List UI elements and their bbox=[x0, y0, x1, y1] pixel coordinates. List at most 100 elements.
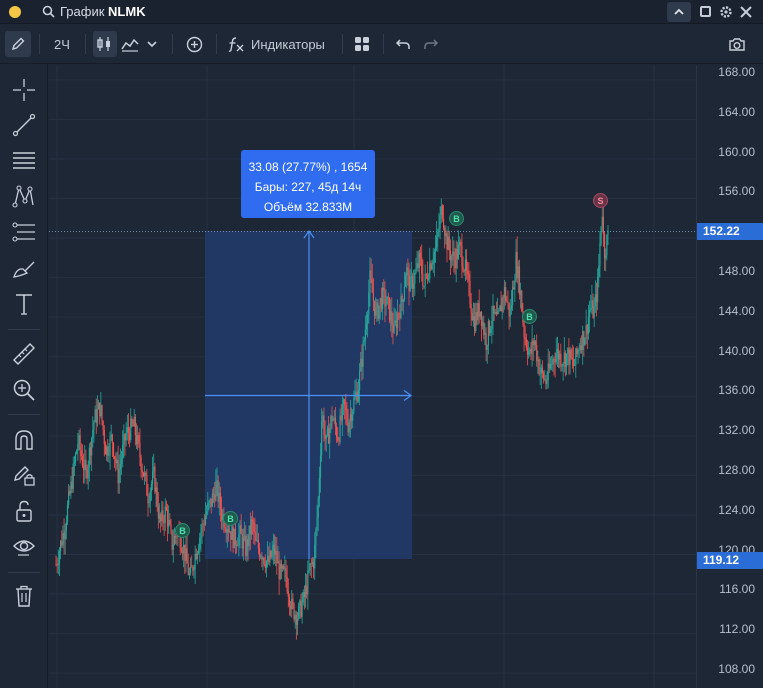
candle-body bbox=[238, 534, 240, 546]
visibility-tool[interactable] bbox=[10, 532, 38, 560]
delete-drawings-tool[interactable] bbox=[10, 582, 38, 610]
candle-body bbox=[217, 480, 219, 502]
candle-body bbox=[142, 472, 144, 477]
gear-icon[interactable] bbox=[718, 4, 734, 20]
candle-body bbox=[426, 274, 429, 280]
buy-marker[interactable]: B bbox=[175, 523, 190, 538]
ruler-tool[interactable] bbox=[10, 340, 38, 368]
candle-body bbox=[544, 378, 546, 380]
text-tool[interactable] bbox=[10, 290, 38, 318]
collapse-button[interactable] bbox=[667, 2, 691, 22]
compare-button[interactable] bbox=[182, 31, 206, 57]
candle-body bbox=[444, 228, 446, 237]
candle-body bbox=[546, 380, 548, 384]
candle-body bbox=[254, 531, 256, 534]
candle-body bbox=[86, 469, 88, 479]
candle-body bbox=[526, 347, 529, 355]
candle-body bbox=[264, 563, 266, 568]
candle-body bbox=[453, 251, 455, 261]
candle-body bbox=[593, 306, 595, 318]
candle-body bbox=[189, 566, 192, 574]
candle-body bbox=[307, 570, 309, 595]
window-title[interactable]: График NLMK bbox=[60, 4, 146, 19]
candle-body bbox=[430, 263, 432, 270]
candle-body bbox=[311, 561, 314, 565]
chart-type-dropdown[interactable] bbox=[143, 31, 161, 57]
candle-body bbox=[574, 364, 576, 366]
price-axis[interactable]: 168.00164.00160.00156.00152.00148.00144.… bbox=[696, 65, 763, 688]
indicators-label: Индикаторы bbox=[251, 36, 325, 52]
close-icon[interactable] bbox=[738, 4, 754, 20]
candle-body bbox=[309, 563, 311, 571]
undo-button[interactable] bbox=[392, 31, 414, 57]
lock-drawing-tool[interactable] bbox=[10, 461, 38, 489]
maximize-icon[interactable] bbox=[700, 6, 711, 17]
candle-body bbox=[71, 481, 73, 490]
candle-body bbox=[124, 434, 126, 441]
candle-body bbox=[66, 504, 69, 523]
candle-body bbox=[215, 481, 217, 501]
candle-body bbox=[152, 471, 154, 484]
measure-volume: Объём 32.833M bbox=[263, 200, 353, 214]
interval-button[interactable]: 2Ч bbox=[48, 31, 76, 57]
candle-body bbox=[432, 261, 434, 265]
candle-body bbox=[284, 568, 286, 570]
candle-body bbox=[89, 447, 92, 456]
candle-body bbox=[449, 250, 452, 261]
zoom-tool[interactable] bbox=[10, 376, 38, 404]
candle-body bbox=[204, 515, 207, 525]
candle-body bbox=[201, 523, 203, 533]
candle-body bbox=[303, 591, 305, 597]
horizontal-lines-icon bbox=[13, 152, 35, 169]
magnet-tool[interactable] bbox=[10, 426, 38, 454]
candle-body bbox=[164, 506, 166, 523]
buy-marker[interactable]: B bbox=[522, 309, 537, 324]
candle-body bbox=[570, 349, 572, 358]
pattern-icon bbox=[12, 185, 34, 208]
current-price-tag: 152.22 bbox=[697, 223, 763, 240]
candle-body bbox=[464, 259, 466, 272]
candle-body bbox=[508, 302, 510, 317]
candle-body bbox=[138, 435, 140, 443]
sell-marker[interactable]: S bbox=[593, 193, 608, 208]
candle-body bbox=[131, 418, 133, 425]
candle-body bbox=[227, 529, 230, 532]
indicators-button[interactable]: Индикаторы bbox=[226, 31, 332, 57]
redo-button[interactable] bbox=[420, 31, 442, 57]
buy-marker[interactable]: B bbox=[223, 511, 238, 526]
area-style-button[interactable] bbox=[119, 31, 141, 57]
candle-body bbox=[168, 520, 170, 527]
pattern-tool[interactable] bbox=[10, 182, 38, 210]
draw-mode-button[interactable] bbox=[5, 31, 31, 57]
price-tick-label: 108.00 bbox=[718, 662, 755, 676]
fibonacci-tool[interactable] bbox=[10, 218, 38, 246]
candle-body bbox=[229, 531, 231, 532]
candle-body bbox=[402, 299, 404, 302]
candles-style-button[interactable] bbox=[93, 31, 117, 57]
candle-body bbox=[553, 359, 555, 362]
buy-marker[interactable]: B bbox=[449, 211, 464, 226]
unlock-tool[interactable] bbox=[10, 497, 38, 525]
candle-body bbox=[465, 259, 468, 271]
candle-body bbox=[438, 228, 440, 233]
candle-body bbox=[325, 435, 327, 439]
candle-body bbox=[58, 551, 61, 564]
candle-body bbox=[417, 263, 419, 268]
candle-body bbox=[411, 276, 414, 290]
trend-line-tool[interactable] bbox=[10, 111, 38, 139]
layouts-button[interactable] bbox=[351, 31, 373, 57]
brush-tool[interactable] bbox=[10, 254, 38, 282]
candle-body bbox=[547, 363, 549, 381]
candle-body bbox=[509, 308, 511, 317]
candle-body bbox=[100, 405, 102, 417]
search-icon[interactable] bbox=[42, 5, 55, 18]
candle-body bbox=[446, 233, 448, 250]
candle-body bbox=[332, 420, 334, 421]
horizontal-lines-tool[interactable] bbox=[10, 146, 38, 174]
candle-body bbox=[334, 417, 337, 427]
candle-body bbox=[528, 351, 530, 355]
candle-body bbox=[301, 602, 303, 617]
screenshot-button[interactable] bbox=[724, 31, 750, 57]
crosshair-tool[interactable] bbox=[10, 76, 38, 104]
candle-body bbox=[61, 541, 63, 546]
